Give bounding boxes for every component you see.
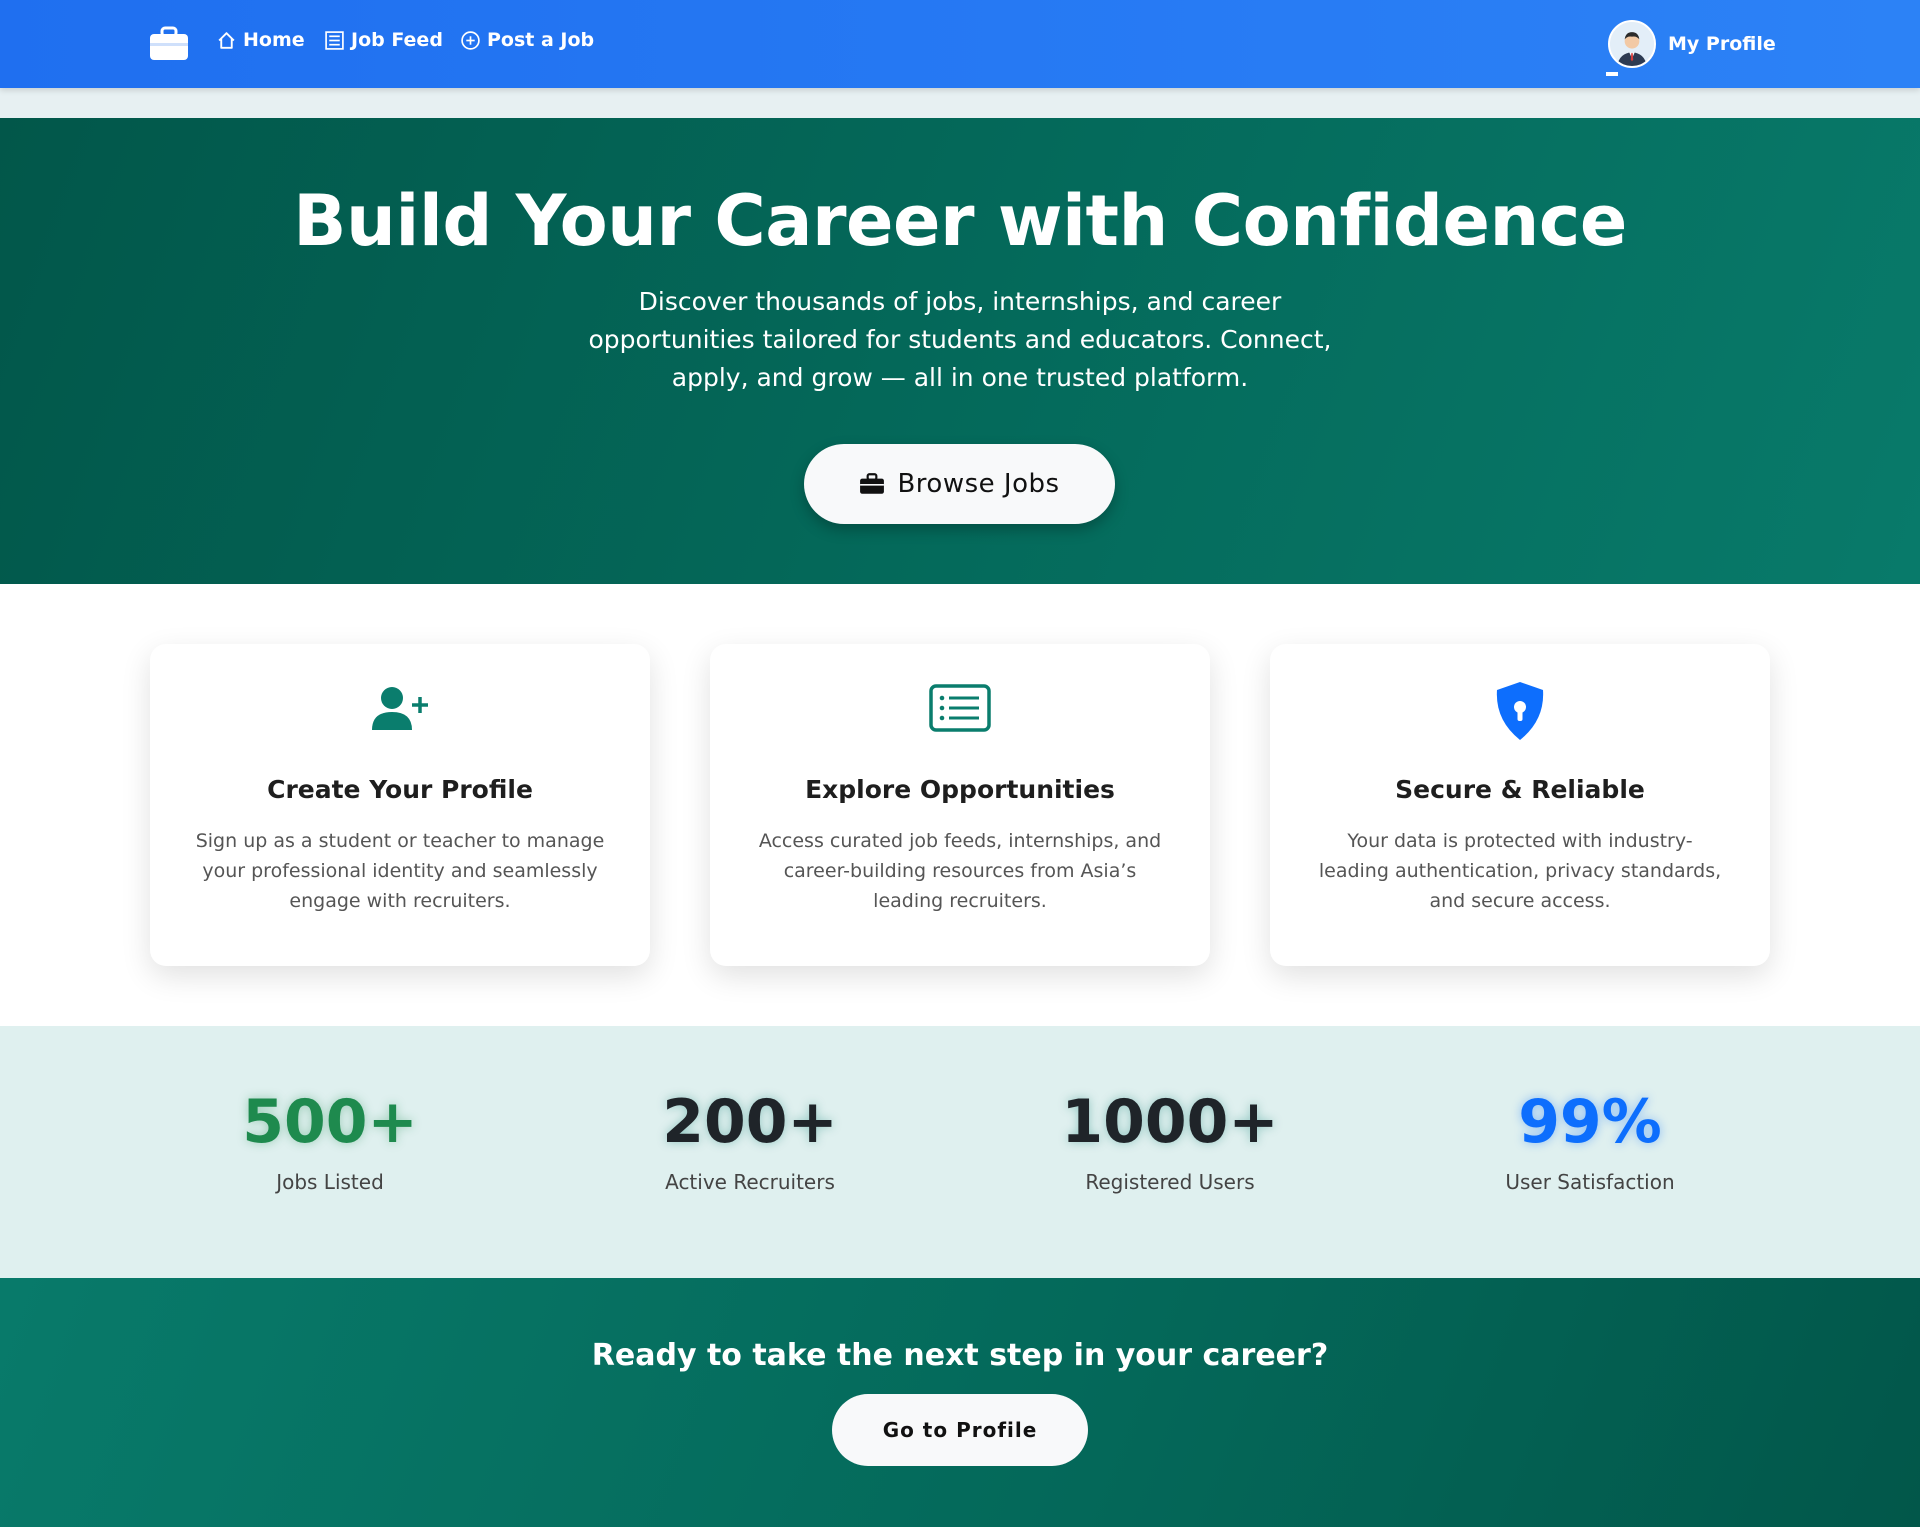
nav-post-job-link[interactable]: Post a Job [460, 29, 594, 51]
avatar [1608, 20, 1656, 68]
feature-text: Your data is protected with industry-lea… [1318, 830, 1722, 912]
nav-home-link[interactable]: Home [216, 29, 305, 51]
house-icon [218, 31, 235, 49]
nav-job-feed-link[interactable]: Job Feed [324, 29, 443, 51]
stat-value: 1000+ [1061, 1087, 1279, 1157]
profile-dropdown-indicator [1606, 72, 1618, 76]
browse-jobs-label: Browse Jobs [897, 469, 1060, 499]
briefcase-icon [860, 473, 885, 494]
nav-post-job-label: Post a Job [487, 29, 595, 51]
feature-title: Explore Opportunities [805, 775, 1115, 804]
stat-registered-users: 1000+ Registered Users [1010, 1086, 1330, 1194]
nav-job-feed-label: Job Feed [351, 29, 443, 51]
browse-jobs-button[interactable]: Browse Jobs [804, 444, 1115, 524]
stats-section: 500+ Jobs Listed 200+ Active Recruiters … [0, 1026, 1920, 1278]
person-plus-icon [372, 687, 428, 730]
shield-lock-icon [1496, 682, 1544, 740]
hero-section: Build Your Career with Confidence Discov… [0, 118, 1920, 584]
list-icon [325, 30, 344, 50]
feature-text: Sign up as a student or teacher to manag… [195, 830, 605, 912]
stat-label: Jobs Listed [276, 1170, 384, 1194]
nav-home-label: Home [243, 29, 305, 51]
feature-title: Secure & Reliable [1395, 775, 1645, 804]
hero-subtitle: Discover thousands of jobs, internships,… [588, 287, 1332, 392]
go-to-profile-button[interactable]: Go to Profile [832, 1394, 1088, 1466]
feature-title: Create Your Profile [267, 775, 533, 804]
stat-label: User Satisfaction [1505, 1170, 1675, 1194]
stat-value: 99% [1518, 1087, 1662, 1157]
features-section: Create Your Profile Sign up as a student… [0, 584, 1920, 1026]
top-navbar: Home Job Feed Post a Job My Profile [0, 0, 1920, 88]
feature-card-profile: Create Your Profile Sign up as a student… [150, 644, 650, 966]
briefcase-icon[interactable] [148, 26, 190, 62]
profile-label: My Profile [1668, 33, 1776, 55]
hero-title: Build Your Career with Confidence [293, 180, 1627, 262]
stat-label: Active Recruiters [665, 1170, 835, 1194]
feature-text: Access curated job feeds, internships, a… [758, 830, 1162, 912]
stat-value: 500+ [242, 1087, 418, 1157]
stat-value: 200+ [662, 1087, 838, 1157]
card-list-icon [929, 684, 991, 732]
stat-active-recruiters: 200+ Active Recruiters [590, 1086, 910, 1194]
feature-card-secure: Secure & Reliable Your data is protected… [1270, 644, 1770, 966]
cta-section: Ready to take the next step in your care… [0, 1278, 1920, 1527]
stat-label: Registered Users [1085, 1170, 1255, 1194]
cta-title: Ready to take the next step in your care… [591, 1338, 1329, 1373]
stat-jobs-listed: 500+ Jobs Listed [170, 1086, 490, 1194]
feature-card-explore: Explore Opportunities Access curated job… [710, 644, 1210, 966]
profile-menu[interactable]: My Profile [1608, 20, 1776, 68]
stat-user-satisfaction: 99% User Satisfaction [1430, 1086, 1750, 1194]
plus-circle-icon [461, 30, 480, 50]
